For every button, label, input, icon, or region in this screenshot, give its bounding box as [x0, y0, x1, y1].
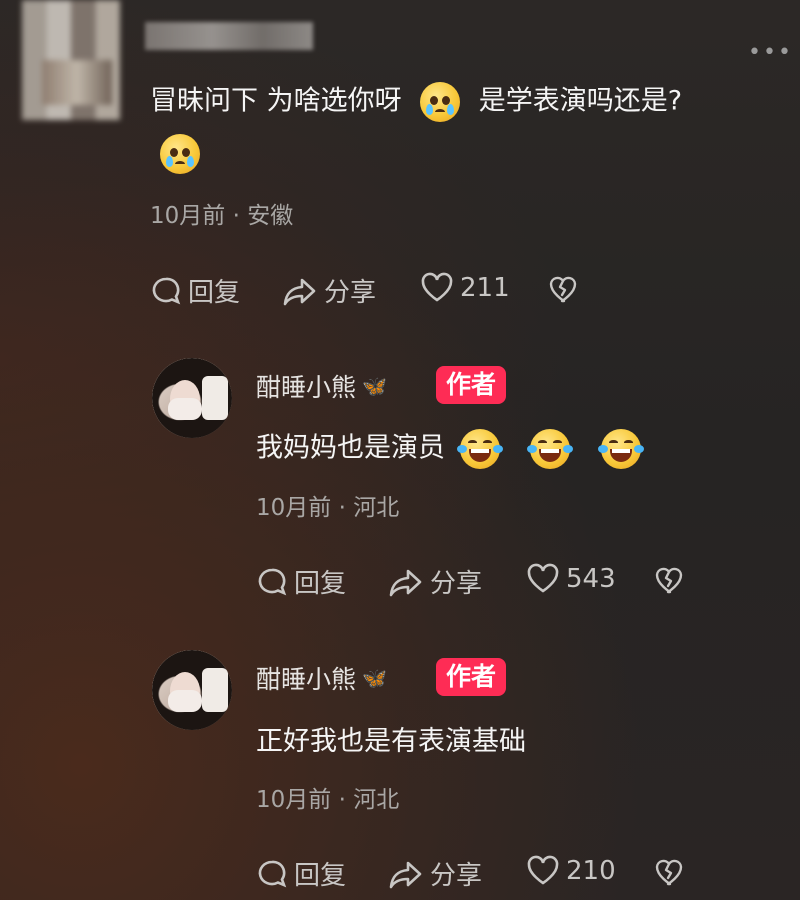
pleading-face-emoji — [420, 82, 461, 122]
share-icon — [389, 569, 422, 596]
more-options-icon[interactable]: ••• — [748, 40, 793, 65]
share-label: 分享 — [430, 861, 483, 891]
reply-button[interactable]: 回复 — [150, 272, 240, 309]
heart-icon — [421, 272, 453, 302]
comment-meta: 10月前 · 安徽 — [150, 203, 294, 229]
dislike-button[interactable] — [654, 857, 692, 887]
rolling-laughing-emoji — [597, 429, 644, 469]
reply-text-content: 我妈妈也是演员 — [256, 432, 445, 464]
share-label: 分享 — [324, 278, 377, 308]
rolling-laughing-emoji — [527, 429, 574, 469]
comment-text: 冒昧问下 为啥选你呀 是学表演吗还是? — [150, 82, 770, 122]
reply-icon — [152, 277, 181, 304]
author-name-text: 酣睡小熊 — [256, 665, 357, 694]
author-badge: 作者 — [436, 658, 507, 696]
like-button[interactable]: 543 — [526, 563, 616, 595]
broken-heart-icon — [655, 859, 683, 886]
like-count: 543 — [566, 564, 616, 594]
share-label: 分享 — [430, 569, 483, 599]
commenter-name-blurred[interactable] — [145, 22, 313, 50]
author-badge: 作者 — [436, 366, 507, 404]
share-button[interactable]: 分享 — [282, 272, 376, 309]
dislike-button[interactable] — [654, 565, 692, 595]
like-count: 210 — [566, 856, 616, 886]
share-button[interactable]: 分享 — [388, 855, 482, 892]
commenter-avatar-blurred[interactable] — [22, 0, 120, 120]
heart-icon — [527, 855, 559, 885]
broken-heart-icon — [549, 276, 577, 303]
author-name-text: 酣睡小熊 — [256, 373, 357, 402]
reply-button[interactable]: 回复 — [256, 855, 346, 892]
reply-label: 回复 — [294, 861, 347, 891]
author-name[interactable]: 酣睡小熊 🦋 — [256, 368, 387, 404]
reply-icon — [258, 860, 287, 887]
reply-text: 正好我也是有表演基础 — [256, 726, 526, 757]
share-button[interactable]: 分享 — [388, 563, 482, 600]
rolling-laughing-emoji — [456, 429, 503, 469]
author-name[interactable]: 酣睡小熊 🦋 — [256, 660, 387, 696]
heart-icon — [527, 563, 559, 593]
pleading-face-emoji-2 — [160, 134, 200, 174]
comment-text-part1: 冒昧问下 为啥选你呀 — [150, 85, 402, 117]
share-icon — [389, 861, 422, 888]
like-button[interactable]: 210 — [526, 855, 616, 887]
verified-butterfly-icon: 🦋 — [362, 374, 387, 398]
author-avatar[interactable] — [152, 650, 232, 730]
reply-label: 回复 — [294, 569, 347, 599]
reply-text: 我妈妈也是演员 — [256, 429, 644, 469]
reply-meta: 10月前 · 河北 — [256, 495, 400, 521]
comment-text-part2: 是学表演吗还是? — [478, 85, 683, 117]
author-avatar[interactable] — [152, 358, 232, 438]
broken-heart-icon — [655, 567, 683, 594]
like-count: 211 — [460, 273, 510, 303]
verified-butterfly-icon: 🦋 — [362, 666, 387, 690]
share-icon — [283, 278, 316, 305]
reply-icon — [258, 568, 287, 595]
reply-meta: 10月前 · 河北 — [256, 787, 400, 813]
dislike-button[interactable] — [548, 274, 586, 304]
reply-button[interactable]: 回复 — [256, 563, 346, 600]
reply-label: 回复 — [188, 278, 241, 308]
like-button[interactable]: 211 — [420, 272, 510, 304]
